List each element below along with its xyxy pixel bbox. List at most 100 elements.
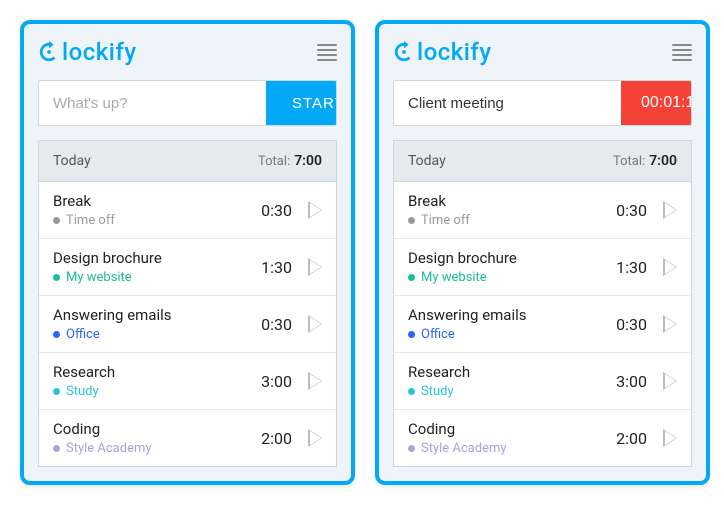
play-icon[interactable]: [663, 258, 677, 276]
project-color-dot: [408, 217, 415, 224]
entry-info: Answering emails Office: [53, 306, 261, 342]
project-name: Study: [421, 384, 454, 399]
entry-duration: 0:30: [261, 201, 292, 220]
project-name: Style Academy: [66, 441, 152, 456]
entry-project: Style Academy: [53, 441, 261, 456]
entry-project: Time off: [53, 213, 261, 228]
brand-text: lockify: [62, 38, 137, 66]
project-name: Time off: [66, 213, 115, 228]
entry-title: Coding: [408, 420, 616, 438]
entry-duration: 2:00: [616, 429, 647, 448]
entry-project: Study: [408, 384, 616, 399]
running-timer-button[interactable]: 00:01:12: [621, 81, 692, 125]
entry-info: Break Time off: [53, 192, 261, 228]
clock-icon: [38, 41, 60, 63]
time-entry[interactable]: Answering emails Office 0:30: [39, 296, 336, 353]
project-name: Study: [66, 384, 99, 399]
play-icon[interactable]: [308, 315, 322, 333]
project-name: Office: [421, 327, 455, 342]
total-label: Total:: [613, 154, 645, 169]
entry-info: Break Time off: [408, 192, 616, 228]
entry-duration: 0:30: [616, 201, 647, 220]
project-color-dot: [408, 331, 415, 338]
project-name: My website: [66, 270, 132, 285]
entry-info: Coding Style Academy: [408, 420, 616, 456]
play-icon[interactable]: [308, 201, 322, 219]
play-icon[interactable]: [663, 429, 677, 447]
project-color-dot: [408, 388, 415, 395]
entry-title: Design brochure: [53, 249, 261, 267]
task-input-row: 00:01:12: [393, 80, 692, 126]
entry-title: Break: [53, 192, 261, 210]
brand-text: lockify: [417, 38, 492, 66]
project-color-dot: [53, 274, 60, 281]
entries-list-header: TodayTotal:7:00: [394, 141, 691, 182]
entry-title: Break: [408, 192, 616, 210]
menu-icon[interactable]: [672, 44, 692, 61]
time-tracker-panel: lockify START TodayTotal:7:00 Break Time off…: [20, 20, 355, 485]
entries-list: TodayTotal:7:00 Break Time off 0:30 Design b…: [38, 140, 337, 467]
total-value: 7:00: [649, 153, 677, 169]
entry-duration: 0:30: [261, 315, 292, 334]
app-logo: lockify: [393, 38, 492, 66]
entry-info: Answering emails Office: [408, 306, 616, 342]
time-entry[interactable]: Break Time off 0:30: [394, 182, 691, 239]
entry-project: Style Academy: [408, 441, 616, 456]
entry-duration: 2:00: [261, 429, 292, 448]
app-logo: lockify: [38, 38, 137, 66]
project-color-dot: [53, 388, 60, 395]
entries-list-header: TodayTotal:7:00: [39, 141, 336, 182]
time-entry[interactable]: Coding Style Academy 2:00: [394, 410, 691, 466]
entry-project: My website: [408, 270, 616, 285]
entry-project: Office: [53, 327, 261, 342]
task-input-row: START: [38, 80, 337, 126]
entry-title: Answering emails: [53, 306, 261, 324]
time-entry[interactable]: Design brochureMy website1:30: [394, 239, 691, 296]
entry-project: Office: [408, 327, 616, 342]
task-description-input[interactable]: [39, 81, 266, 125]
entry-title: Answering emails: [408, 306, 616, 324]
start-button[interactable]: START: [266, 81, 337, 125]
play-icon[interactable]: [308, 258, 322, 276]
entry-info: Design brochureMy website: [408, 249, 616, 285]
entry-duration: 0:30: [616, 315, 647, 334]
panel-header: lockify: [38, 38, 337, 66]
entry-duration: 1:30: [261, 258, 292, 277]
entry-info: Design brochure My website: [53, 249, 261, 285]
entry-project: My website: [53, 270, 261, 285]
entry-info: Research Study: [53, 363, 261, 399]
entry-project: Time off: [408, 213, 616, 228]
entry-info: Coding Style Academy: [53, 420, 261, 456]
total-label: Total:: [258, 154, 290, 169]
panel-header: lockify: [393, 38, 692, 66]
time-entry[interactable]: Break Time off 0:30: [39, 182, 336, 239]
entry-duration: 3:00: [261, 372, 292, 391]
clock-icon: [393, 41, 415, 63]
project-color-dot: [53, 445, 60, 452]
project-color-dot: [408, 445, 415, 452]
time-entry[interactable]: Answering emails Office 0:30: [394, 296, 691, 353]
project-color-dot: [53, 331, 60, 338]
entry-info: Research Study: [408, 363, 616, 399]
project-color-dot: [53, 217, 60, 224]
entry-title: Research: [53, 363, 261, 381]
menu-icon[interactable]: [317, 44, 337, 61]
project-name: My website: [421, 270, 487, 285]
project-name: Style Academy: [421, 441, 507, 456]
play-icon[interactable]: [663, 372, 677, 390]
project-color-dot: [408, 274, 415, 281]
entries-list: TodayTotal:7:00BreakTime off0:30Design b…: [393, 140, 692, 467]
entry-title: Research: [408, 363, 616, 381]
play-icon[interactable]: [308, 372, 322, 390]
project-name: Office: [66, 327, 100, 342]
time-entry[interactable]: Coding Style Academy 2:00: [39, 410, 336, 466]
time-entry[interactable]: ResearchStudy3:00: [394, 353, 691, 410]
time-entry[interactable]: Design brochure My website 1:30: [39, 239, 336, 296]
time-entry[interactable]: Research Study 3:00: [39, 353, 336, 410]
play-icon[interactable]: [308, 429, 322, 447]
play-icon[interactable]: [663, 315, 677, 333]
play-icon[interactable]: [663, 201, 677, 219]
entry-title: Coding: [53, 420, 261, 438]
task-description-input[interactable]: [394, 81, 621, 125]
project-name: Time off: [421, 213, 470, 228]
